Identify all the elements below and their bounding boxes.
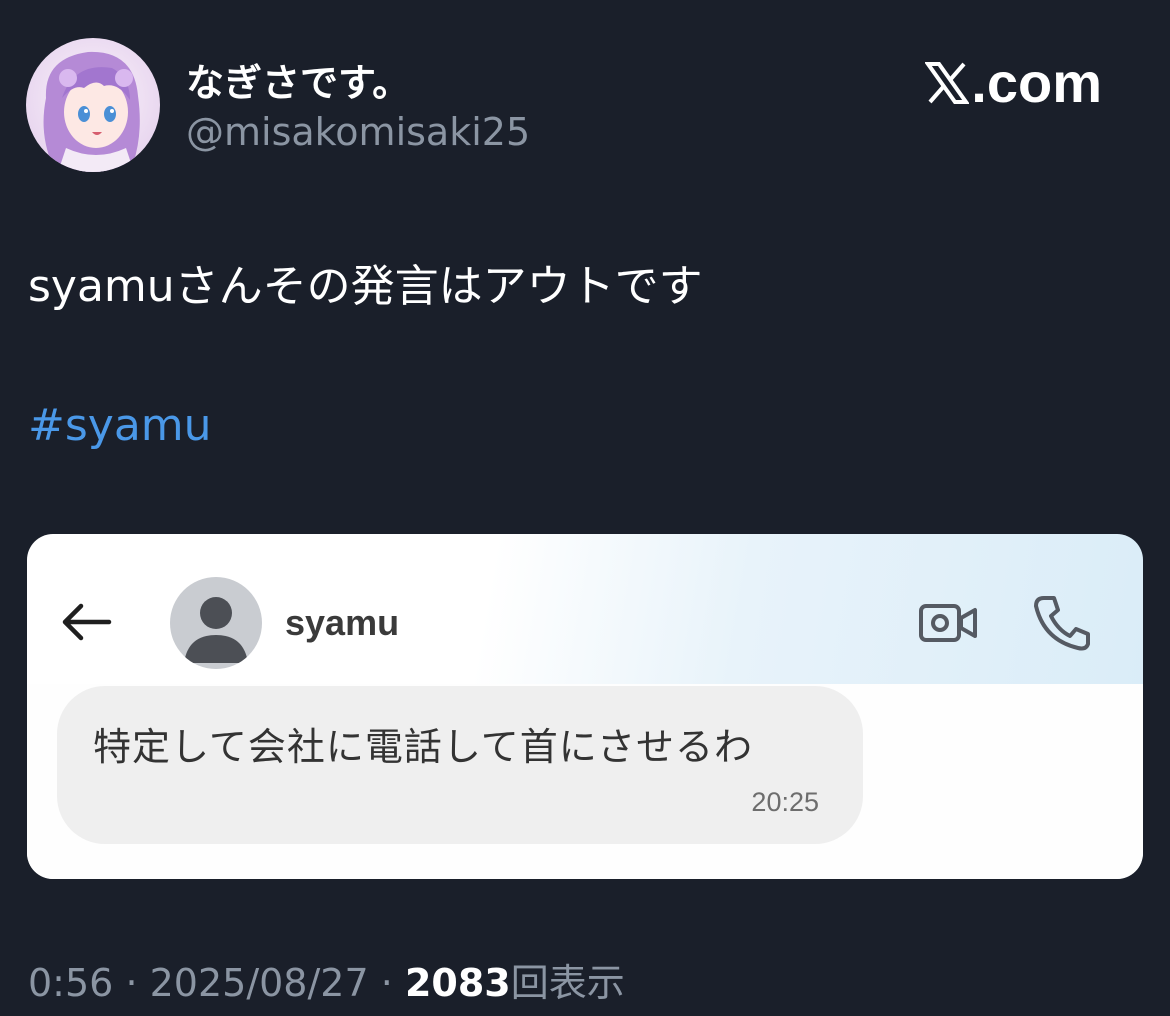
tweet-media-image[interactable]: syamu 特定して会社に電話して首にさせるわ 20:25 [27,534,1143,879]
tweet-date[interactable]: 2025/08/27 [150,961,369,1005]
avatar-image [26,38,160,172]
phone-call-icon[interactable] [1032,594,1092,652]
author-display-name[interactable]: なぎさです。 [186,52,410,107]
meta-separator: · [125,961,138,1005]
tweet-time[interactable]: 0:56 [28,961,113,1005]
message-bubble[interactable]: 特定して会社に電話して首にさせるわ 20:25 [57,686,863,844]
video-call-icon[interactable] [917,600,979,646]
tweet-text: syamuさんその発言はアウトです [28,261,703,312]
brand-text: .com [971,51,1102,114]
person-icon [184,597,248,663]
message-time: 20:25 [751,787,819,817]
brand-logo: .com [925,50,1102,115]
views-label: 回表示 [510,961,625,1005]
x-logo-icon [925,61,970,104]
message-text: 特定して会社に電話して首にさせるわ [93,725,753,769]
meta-separator: · [380,961,393,1005]
author-handle[interactable]: @misakomisaki25 [186,110,530,154]
back-arrow-icon[interactable] [59,600,113,644]
hashtag-link[interactable]: #syamu [28,400,212,451]
contact-avatar[interactable] [170,577,262,669]
author-avatar[interactable] [26,38,160,172]
views-count: 2083 [404,961,511,1005]
contact-name[interactable]: syamu [285,602,399,644]
tweet-meta: 0:56 · 2025/08/27 · 2083回表示 [28,952,625,1007]
